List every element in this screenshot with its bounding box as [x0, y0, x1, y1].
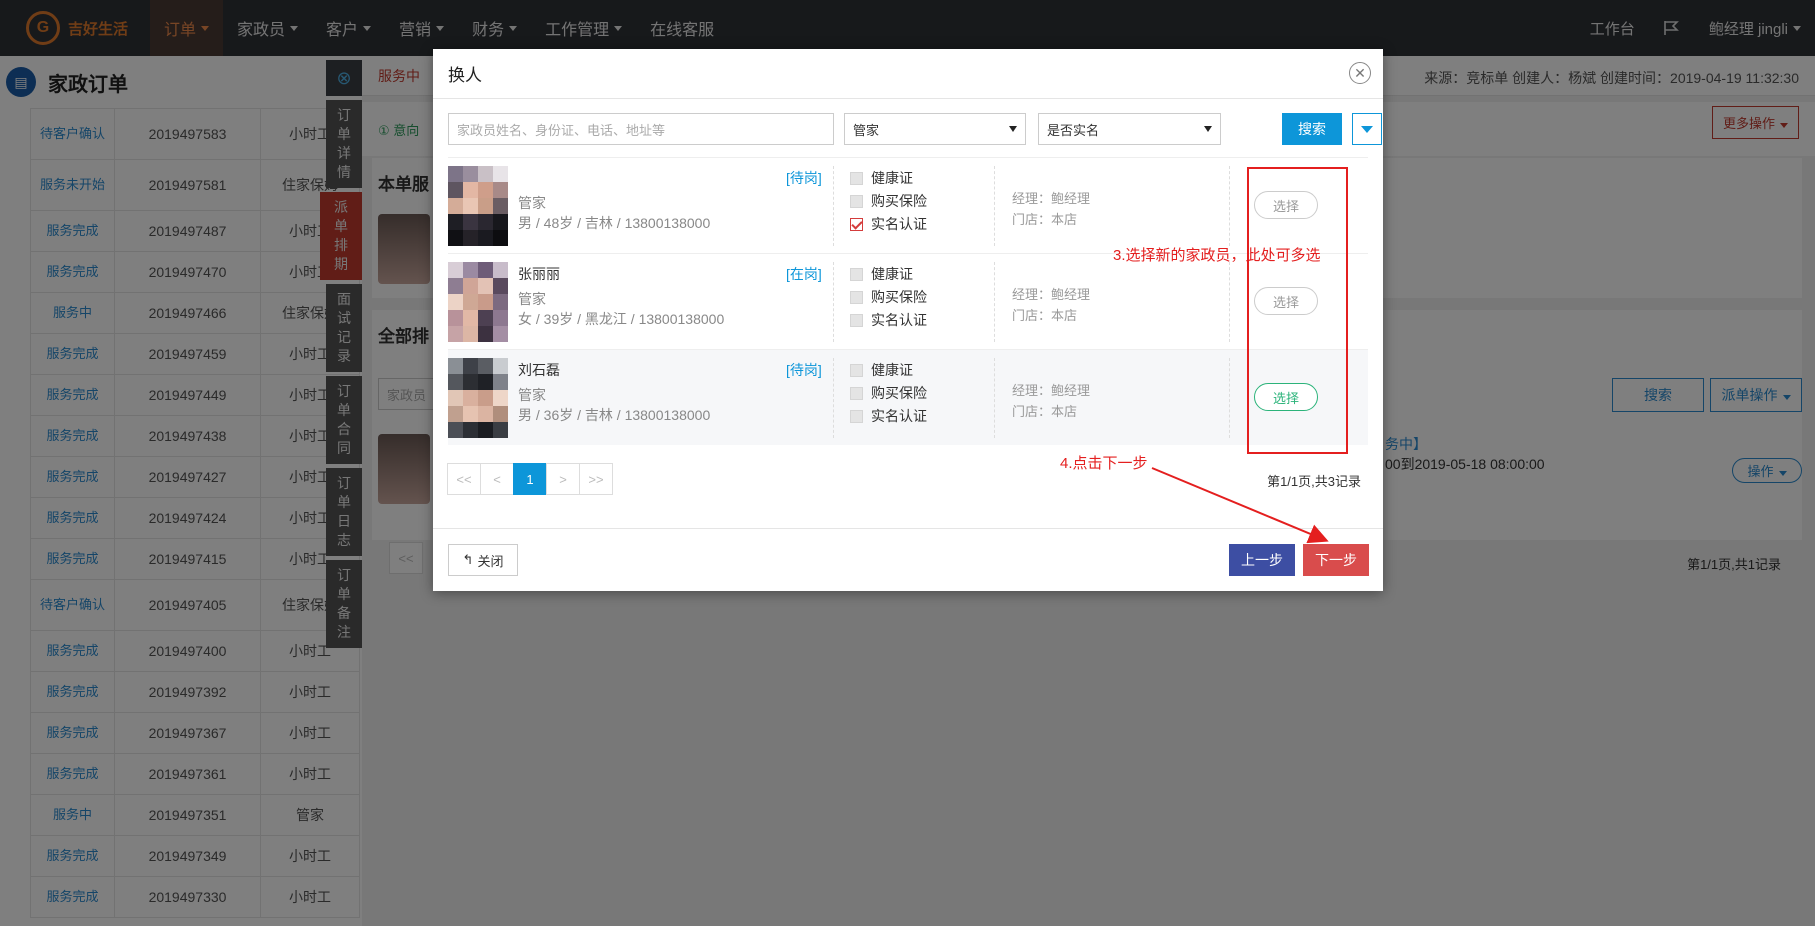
annotation-arrow: [1151, 467, 1329, 544]
